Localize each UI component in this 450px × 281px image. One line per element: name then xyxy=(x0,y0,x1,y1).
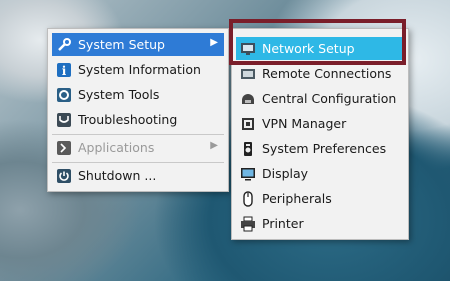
menu-item-label: Applications xyxy=(78,140,155,155)
preferences-icon xyxy=(240,141,256,157)
power-icon xyxy=(56,168,72,184)
menu-separator xyxy=(52,134,224,135)
menu-item-system-information[interactable]: i System Information xyxy=(52,58,224,81)
stethoscope-icon xyxy=(56,112,72,128)
menu-item-label: Shutdown ... xyxy=(78,168,157,183)
chevron-right-icon: ▶ xyxy=(210,140,218,151)
menu-item-system-setup[interactable]: System Setup ▶ xyxy=(52,33,224,56)
applications-icon xyxy=(56,140,72,156)
wrench-icon xyxy=(56,37,72,53)
menu-item-troubleshooting[interactable]: Troubleshooting xyxy=(52,108,224,131)
submenu-item-label: Remote Connections xyxy=(262,66,392,81)
menu-item-system-tools[interactable]: System Tools xyxy=(52,83,224,106)
submenu-item-label: Peripherals xyxy=(262,191,332,206)
menu-item-label: System Tools xyxy=(78,87,160,102)
submenu-item-label: Network Setup xyxy=(262,41,355,56)
info-icon: i xyxy=(56,62,72,78)
submenu-item-label: Printer xyxy=(262,216,304,231)
submenu-item-label: System Preferences xyxy=(262,141,387,156)
submenu-item-system-preferences[interactable]: System Preferences xyxy=(236,137,404,160)
gear-icon xyxy=(56,87,72,103)
main-menu: System Setup ▶ i System Information Syst… xyxy=(47,28,229,192)
submenu-item-printer[interactable]: Printer xyxy=(236,212,404,235)
network-icon xyxy=(240,41,256,57)
submenu-item-label: Central Configuration xyxy=(262,91,397,106)
submenu-item-peripherals[interactable]: Peripherals xyxy=(236,187,404,210)
central-config-icon xyxy=(240,91,256,107)
menu-item-applications[interactable]: Applications ▶ xyxy=(52,136,224,159)
submenu-item-central-configuration[interactable]: Central Configuration xyxy=(236,87,404,110)
submenu-item-network-setup[interactable]: Network Setup xyxy=(236,37,404,60)
submenu-item-label: Display xyxy=(262,166,309,181)
mouse-icon xyxy=(240,190,256,207)
chevron-right-icon: ▶ xyxy=(210,37,218,48)
menu-item-label: Troubleshooting xyxy=(78,112,178,127)
svg-text:i: i xyxy=(62,64,67,78)
printer-icon xyxy=(240,216,256,232)
submenu-item-display[interactable]: Display xyxy=(236,162,404,185)
submenu-item-label: VPN Manager xyxy=(262,116,347,131)
submenu-item-remote-connections[interactable]: Remote Connections xyxy=(236,62,404,85)
menu-item-label: System Setup xyxy=(78,37,165,52)
submenu-system-setup: Network Setup Remote Connections Central… xyxy=(231,28,409,240)
vpn-icon xyxy=(240,116,256,132)
display-icon xyxy=(240,166,256,182)
menu-separator xyxy=(52,162,224,163)
submenu-item-vpn-manager[interactable]: VPN Manager xyxy=(236,112,404,135)
menu-item-shutdown[interactable]: Shutdown ... xyxy=(52,164,224,187)
remote-icon xyxy=(240,66,256,82)
menu-item-label: System Information xyxy=(78,62,201,77)
